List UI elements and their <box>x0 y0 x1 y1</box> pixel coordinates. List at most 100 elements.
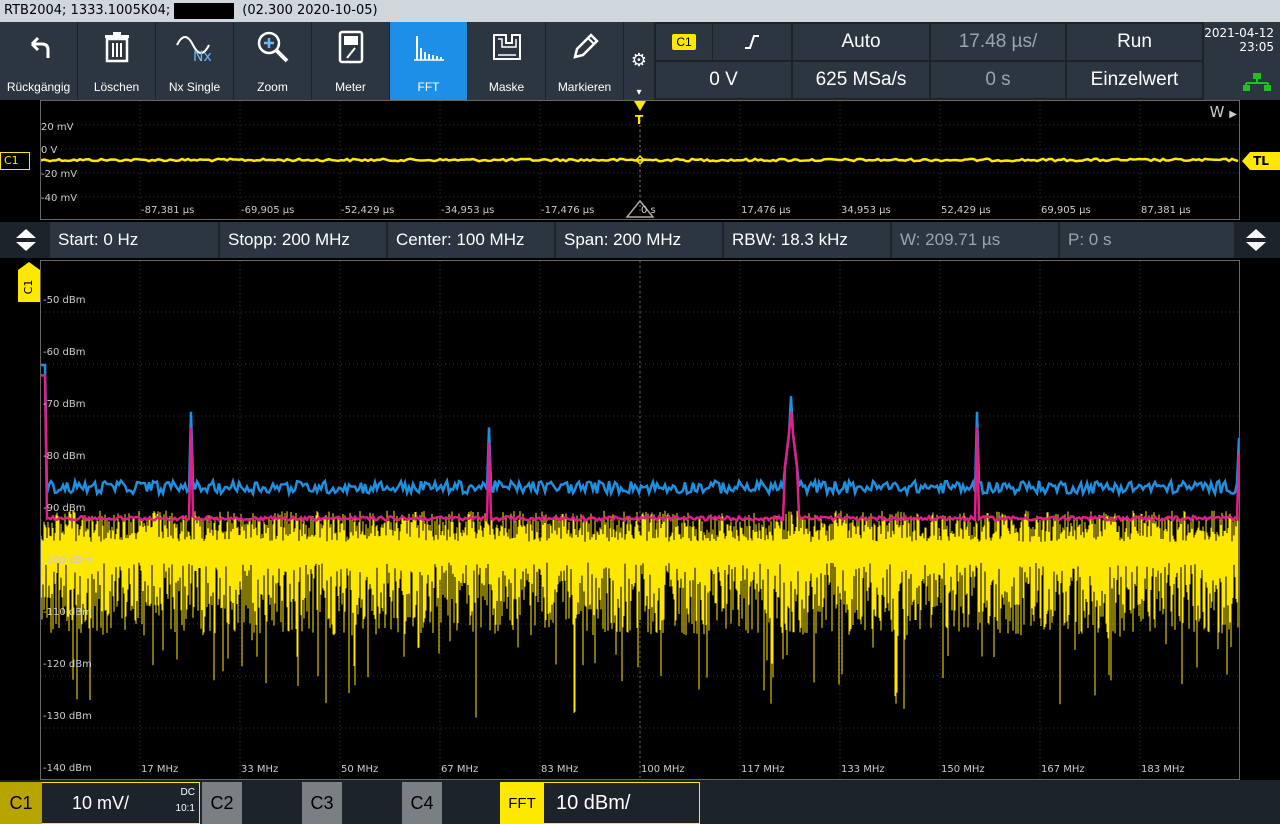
mask-label: Maske <box>488 80 525 94</box>
fft-scale-text: 10 dBm/ <box>556 791 631 814</box>
mask-button[interactable]: Maske <box>468 22 545 100</box>
trigger-level-label: TL <box>1253 154 1269 168</box>
channel-c1-scale[interactable]: 10 mV/ DC 10:1 <box>42 782 200 824</box>
datetime: 2021-04-12 23:05 <box>1204 22 1280 100</box>
channel-c1-button[interactable]: C1 <box>0 782 42 824</box>
time-x-label: -69,905 µs <box>241 205 295 216</box>
meter-label: Meter <box>335 80 366 94</box>
fft-x-label: 33 MHz <box>241 764 279 775</box>
fft-rbw[interactable]: RBW: 18.3 kHz <box>724 222 890 258</box>
channel-c4-button[interactable]: C4 <box>402 782 442 824</box>
fft-status-bar: Start: 0 Hz Stopp: 200 MHz Center: 100 M… <box>0 222 1280 258</box>
up-down-arrow-icon <box>1246 229 1266 251</box>
channel-c2-button[interactable]: C2 <box>202 782 242 824</box>
channel-bar: C1 10 mV/ DC 10:1 C2 C3 C4 FFT 10 dBm/ <box>0 780 1280 824</box>
sample-rate: 625 MSa/s <box>793 62 929 98</box>
channel-c3-button[interactable]: C3 <box>302 782 342 824</box>
trigger-arrow-icon <box>634 101 646 111</box>
fft-y-label: -100 dBm <box>43 555 92 566</box>
fft-scale-button[interactable]: FFT <box>500 782 544 824</box>
delete-label: Löschen <box>93 80 140 94</box>
fft-stop[interactable]: Stopp: 200 MHz <box>220 222 386 258</box>
trigger-marker: T <box>635 113 644 127</box>
fft-y-label: -70 dBm <box>43 399 86 410</box>
fft-start[interactable]: Start: 0 Hz <box>50 222 218 258</box>
pen-icon <box>546 30 623 64</box>
single-button[interactable]: Einzelwert <box>1067 62 1202 98</box>
time-display: 23:05 <box>1239 40 1274 54</box>
fft-center[interactable]: Center: 100 MHz <box>388 222 554 258</box>
scroll-arrows-left[interactable] <box>6 222 46 258</box>
zoom-window-toggle[interactable]: W ▶ <box>1210 103 1237 121</box>
trigger-mode[interactable]: Auto <box>793 24 929 60</box>
fft-window[interactable]: W: 209.71 µs <box>892 222 1058 258</box>
fft-span[interactable]: Span: 200 MHz <box>556 222 722 258</box>
fft-x-label: 83 MHz <box>541 764 579 775</box>
toolbar: Rückgängig Löschen Nx Nx Single Zoom Met… <box>0 22 1280 100</box>
fft-spectrum <box>41 261 1239 779</box>
fft-position[interactable]: P: 0 s <box>1060 222 1234 258</box>
trash-icon <box>78 30 155 64</box>
scroll-arrows-right[interactable] <box>1236 222 1276 258</box>
up-down-arrow-icon <box>16 229 36 251</box>
fft-button[interactable]: FFT <box>390 22 467 100</box>
fft-x-label: 100 MHz <box>641 764 685 775</box>
trigger-slope[interactable] <box>713 24 791 60</box>
time-x-label: -34,953 µs <box>441 205 495 216</box>
timebase-scale[interactable]: 17.48 µs/ <box>931 24 1065 60</box>
undo-button[interactable]: Rückgängig <box>0 22 77 100</box>
trigger-level[interactable]: 0 V <box>656 62 791 98</box>
delete-button[interactable]: Löschen <box>78 22 155 100</box>
time-x-label: 52,429 µs <box>941 205 991 216</box>
fft-channel-tag[interactable]: C1 <box>18 262 40 302</box>
meter-button[interactable]: Meter <box>312 22 389 100</box>
time-x-label: -87,381 µs <box>141 205 195 216</box>
time-x-label: -52,429 µs <box>341 205 395 216</box>
time-x-label: 87,381 µs <box>1141 205 1191 216</box>
undo-label: Rückgängig <box>6 80 71 94</box>
fft-y-label: -50 dBm <box>43 295 86 306</box>
mark-label: Markieren <box>557 80 612 94</box>
trigger-source[interactable]: C1 <box>656 24 712 60</box>
fft-spectrum-window[interactable]: -50 dBm -60 dBm -70 dBm -80 dBm -90 dBm -100 … <box>40 260 1240 780</box>
time-domain-window[interactable]: T W ▶ 20 mV 0 V -20 mV -40 mV -87,381 µs -69… <box>40 100 1240 220</box>
fft-x-label: 133 MHz <box>841 764 885 775</box>
time-x-label: 69,905 µs <box>1041 205 1091 216</box>
c2-label: C2 <box>210 792 234 813</box>
time-y-label: -40 mV <box>41 193 78 204</box>
timebase-position[interactable]: 0 s <box>931 62 1065 98</box>
nx-single-button[interactable]: Nx Nx Single <box>156 22 233 100</box>
c1-scale-value: 10 mV/ <box>72 792 130 813</box>
time-x-label: -17,476 µs <box>541 205 595 216</box>
channel-c3-scale[interactable] <box>342 782 400 824</box>
zoom-channel-label: C1 <box>4 154 19 167</box>
fft-scale-value[interactable]: 10 dBm/ <box>544 782 700 824</box>
mark-button[interactable]: Markieren <box>546 22 623 100</box>
svg-text:Nx: Nx <box>193 49 212 63</box>
fft-x-label: 167 MHz <box>1041 764 1085 775</box>
date-display: 2021-04-12 <box>1204 26 1274 40</box>
fft-y-label: -140 dBm <box>43 763 92 774</box>
trigger-level-tag[interactable]: TL <box>1242 152 1280 170</box>
chevron-down-icon: ▾ <box>636 87 642 98</box>
fft-scale-label: FFT <box>508 794 536 812</box>
nx-single-icon: Nx <box>156 30 233 64</box>
zoom-channel-tag[interactable]: C1 <box>0 152 30 170</box>
c3-label: C3 <box>310 792 334 813</box>
settings-gear-button[interactable]: ⚙ ▾ <box>624 22 654 100</box>
zoom-button[interactable]: Zoom <box>234 22 311 100</box>
fft-x-label: 67 MHz <box>441 764 479 775</box>
run-button[interactable]: Run <box>1067 24 1202 60</box>
channel-c4-scale[interactable] <box>442 782 500 824</box>
instrument-id: RTB2004; 1333.1005K04; <box>4 3 171 18</box>
play-icon: ▶ <box>1229 109 1237 120</box>
channel-c2-scale[interactable] <box>242 782 300 824</box>
trigger-source-badge: C1 <box>672 34 696 50</box>
fft-x-label: 183 MHz <box>1141 764 1185 775</box>
fft-y-label: -110 dBm <box>43 607 92 618</box>
mask-icon <box>468 30 545 64</box>
rising-edge-icon <box>745 35 759 49</box>
network-icon <box>1243 73 1271 91</box>
window-label: W <box>1209 103 1225 121</box>
time-x-label: 34,953 µs <box>841 205 891 216</box>
